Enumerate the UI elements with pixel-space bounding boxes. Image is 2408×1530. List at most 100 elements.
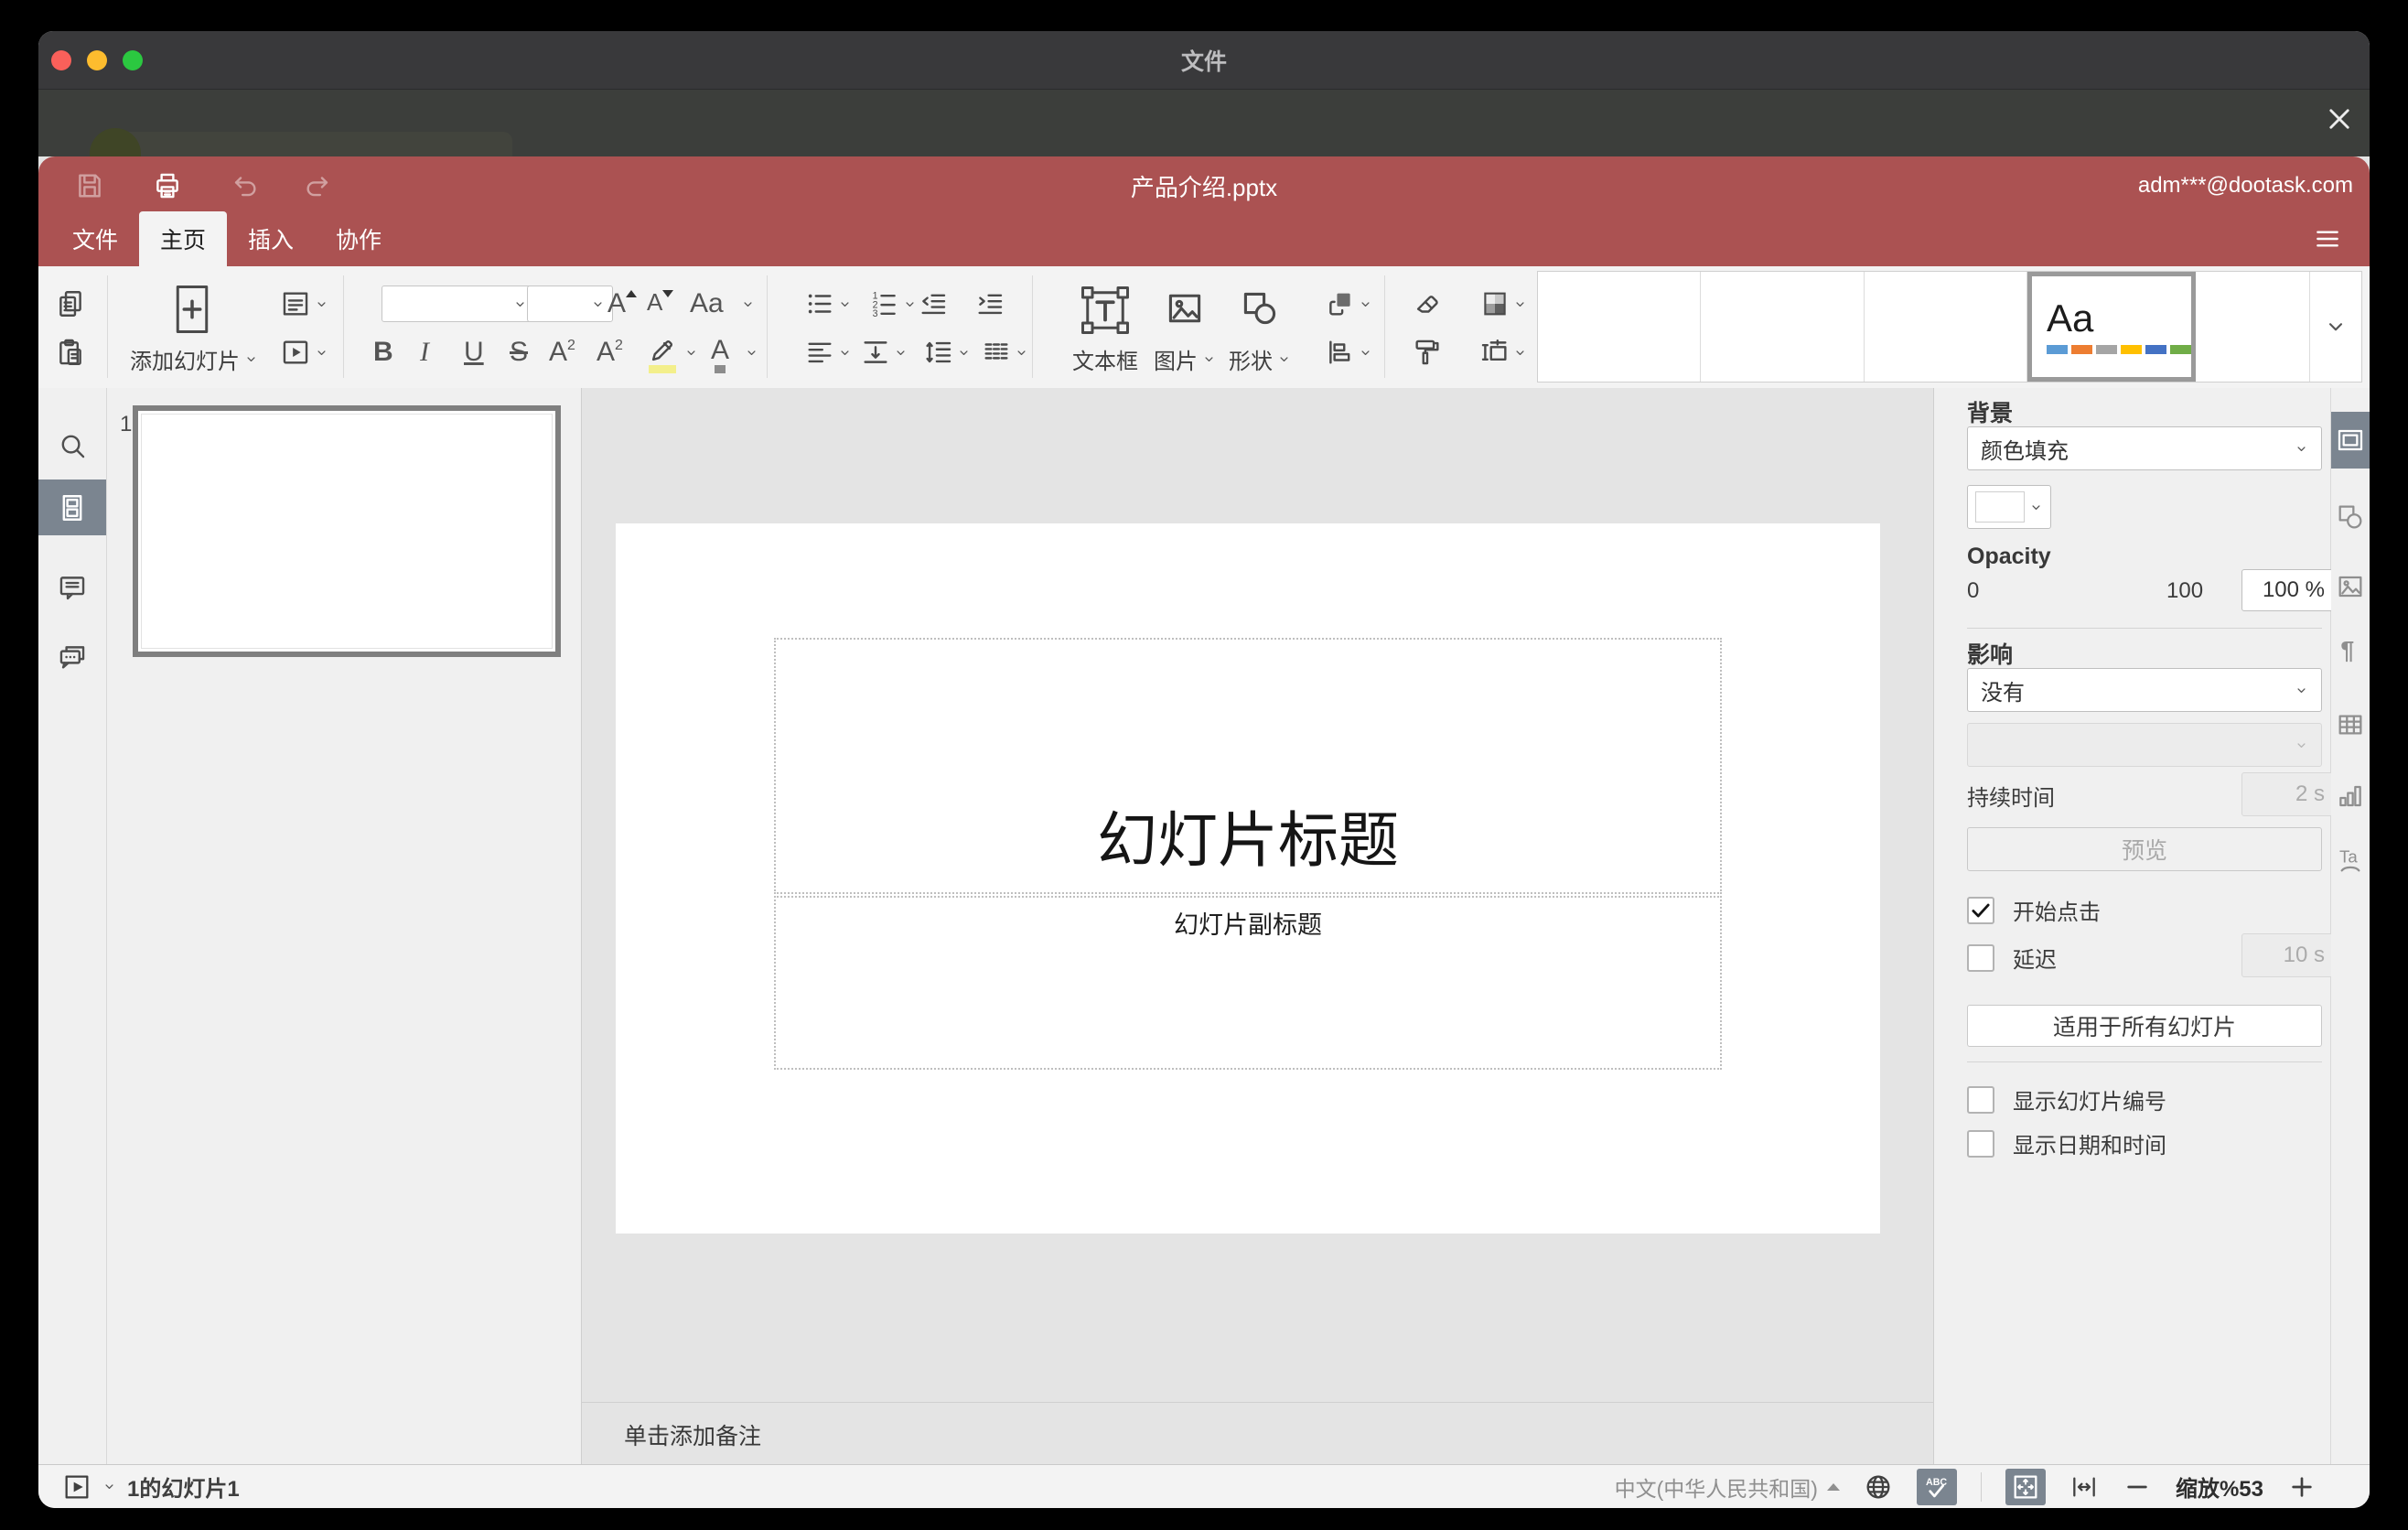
increase-font-button[interactable]: A bbox=[607, 290, 638, 318]
slide-subtitle-placeholder[interactable]: 幻灯片副标题 bbox=[774, 896, 1722, 1070]
numbered-list-icon[interactable]: 123 bbox=[869, 288, 900, 319]
chevron-down-icon[interactable] bbox=[957, 346, 971, 360]
chevron-down-icon[interactable] bbox=[102, 1480, 116, 1493]
show-date-time-checkbox[interactable] bbox=[1967, 1129, 1994, 1158]
tab-file[interactable]: 文件 bbox=[51, 211, 139, 266]
slide-surface[interactable]: 幻灯片标题 幻灯片副标题 bbox=[616, 523, 1880, 1234]
horizontal-align-icon[interactable] bbox=[804, 337, 835, 368]
delay-checkbox[interactable] bbox=[1967, 943, 1994, 972]
effect-option-select[interactable] bbox=[1967, 723, 2322, 767]
shape-settings-icon[interactable] bbox=[2336, 502, 2365, 532]
font-name-combo[interactable] bbox=[382, 286, 535, 322]
insert-shape-icon[interactable] bbox=[1240, 288, 1280, 329]
slide-layout-icon[interactable] bbox=[280, 288, 311, 319]
start-slideshow-icon[interactable] bbox=[280, 337, 311, 368]
slide-settings-tab[interactable] bbox=[2331, 412, 2370, 469]
tab-collaboration[interactable]: 协作 bbox=[315, 211, 403, 266]
copy-style-icon[interactable] bbox=[1412, 337, 1443, 368]
add-slide-icon[interactable] bbox=[173, 283, 211, 336]
italic-button[interactable]: I bbox=[420, 339, 429, 366]
textart-settings-icon[interactable]: Ta bbox=[2336, 846, 2365, 875]
theme-item-blank[interactable] bbox=[2196, 272, 2310, 382]
chevron-down-icon[interactable] bbox=[745, 346, 758, 360]
insert-shape-button[interactable]: 形状 bbox=[1229, 343, 1291, 375]
notes-placeholder[interactable]: 单击添加备注 bbox=[624, 1418, 761, 1451]
textbox-icon[interactable] bbox=[1080, 285, 1131, 336]
insert-image-button[interactable]: 图片 bbox=[1154, 343, 1216, 375]
subscript-button[interactable]: A2 bbox=[597, 339, 623, 366]
start-on-click-checkbox[interactable] bbox=[1967, 896, 1994, 924]
apply-to-all-slides-button[interactable]: 适用于所有幻灯片 bbox=[1967, 1005, 2322, 1047]
theme-item-blank[interactable] bbox=[1701, 272, 1865, 382]
color-scheme-icon[interactable] bbox=[1479, 288, 1510, 319]
columns-icon[interactable] bbox=[981, 337, 1012, 368]
clear-style-icon[interactable] bbox=[1412, 288, 1443, 319]
fit-to-slide-button[interactable] bbox=[2005, 1468, 2046, 1505]
bullet-list-icon[interactable] bbox=[804, 288, 835, 319]
zoom-in-icon[interactable] bbox=[2287, 1472, 2317, 1502]
background-fill-select[interactable]: 颜色填充 bbox=[1967, 426, 2322, 470]
chevron-down-icon[interactable] bbox=[315, 297, 328, 311]
language-selector[interactable]: 中文(中华人民共和国) bbox=[1615, 1471, 1840, 1503]
slide-size-icon[interactable] bbox=[1479, 337, 1510, 368]
theme-item-blank[interactable] bbox=[1538, 272, 1702, 382]
copy-icon[interactable] bbox=[55, 288, 86, 319]
theme-item-blank[interactable] bbox=[1865, 272, 2027, 382]
background-color-picker[interactable] bbox=[1967, 485, 2051, 529]
close-editor-icon[interactable] bbox=[2324, 103, 2355, 135]
show-slide-number-checkbox[interactable] bbox=[1967, 1085, 1994, 1114]
slide-title-placeholder[interactable]: 幻灯片标题 bbox=[774, 638, 1722, 894]
chevron-down-icon[interactable] bbox=[1015, 346, 1028, 360]
decrease-indent-icon[interactable] bbox=[918, 288, 949, 319]
decrease-font-button[interactable]: A bbox=[647, 290, 674, 314]
chevron-down-icon[interactable] bbox=[741, 297, 755, 311]
notes-divider[interactable] bbox=[582, 1402, 1933, 1403]
chat-icon[interactable] bbox=[57, 641, 88, 673]
start-slideshow-status-icon[interactable] bbox=[62, 1472, 91, 1502]
chevron-down-icon[interactable] bbox=[838, 297, 852, 311]
line-spacing-icon[interactable] bbox=[923, 337, 954, 368]
zoom-out-icon[interactable] bbox=[2123, 1472, 2152, 1502]
globe-icon[interactable] bbox=[1864, 1472, 1893, 1502]
spellcheck-toggle[interactable]: ABC bbox=[1916, 1468, 1957, 1505]
search-icon[interactable] bbox=[57, 430, 88, 461]
font-color-button[interactable]: A bbox=[711, 337, 729, 373]
align-shapes-icon[interactable] bbox=[1325, 337, 1356, 368]
comments-icon[interactable] bbox=[57, 572, 88, 603]
tab-home[interactable]: 主页 bbox=[139, 211, 228, 266]
tab-insert[interactable]: 插入 bbox=[227, 211, 315, 266]
slides-panel-toggle[interactable] bbox=[38, 479, 106, 535]
change-case-button[interactable]: Aa bbox=[690, 290, 724, 318]
menu-hamburger-icon[interactable] bbox=[2313, 224, 2342, 253]
underline-button[interactable]: U bbox=[464, 339, 484, 366]
chevron-down-icon[interactable] bbox=[1359, 346, 1372, 360]
chevron-down-icon[interactable] bbox=[684, 346, 698, 360]
theme-gallery-expand-button[interactable] bbox=[2310, 272, 2361, 382]
add-slide-button[interactable]: 添加幻灯片 bbox=[130, 343, 258, 375]
fit-to-width-icon[interactable] bbox=[2069, 1472, 2099, 1502]
textbox-button[interactable]: 文本框 bbox=[1072, 343, 1138, 375]
chevron-down-icon[interactable] bbox=[894, 346, 908, 360]
slide-thumbnail[interactable] bbox=[133, 405, 561, 657]
chevron-down-icon[interactable] bbox=[1513, 297, 1527, 311]
effect-select[interactable]: 没有 bbox=[1967, 668, 2322, 712]
chevron-down-icon[interactable] bbox=[1513, 346, 1527, 360]
chevron-down-icon[interactable] bbox=[903, 297, 917, 311]
bold-button[interactable]: B bbox=[373, 339, 393, 366]
image-settings-icon[interactable] bbox=[2336, 572, 2365, 601]
preview-button[interactable]: 预览 bbox=[1967, 827, 2322, 871]
highlight-color-button[interactable] bbox=[645, 335, 680, 373]
insert-image-icon[interactable] bbox=[1165, 288, 1205, 329]
chevron-down-icon[interactable] bbox=[1359, 297, 1372, 311]
paragraph-settings-icon[interactable]: ¶ bbox=[2336, 635, 2365, 664]
superscript-button[interactable]: A2 bbox=[549, 339, 575, 366]
table-settings-icon[interactable] bbox=[2336, 710, 2365, 739]
theme-item-selected[interactable]: Aa bbox=[2026, 272, 2196, 382]
chart-settings-icon[interactable] bbox=[2336, 781, 2365, 811]
increase-indent-icon[interactable] bbox=[974, 288, 1005, 319]
vertical-align-icon[interactable] bbox=[860, 337, 891, 368]
paste-icon[interactable] bbox=[55, 337, 86, 368]
font-size-combo[interactable] bbox=[527, 286, 613, 322]
strikeout-button[interactable]: S bbox=[510, 339, 528, 366]
chevron-down-icon[interactable] bbox=[315, 346, 328, 360]
